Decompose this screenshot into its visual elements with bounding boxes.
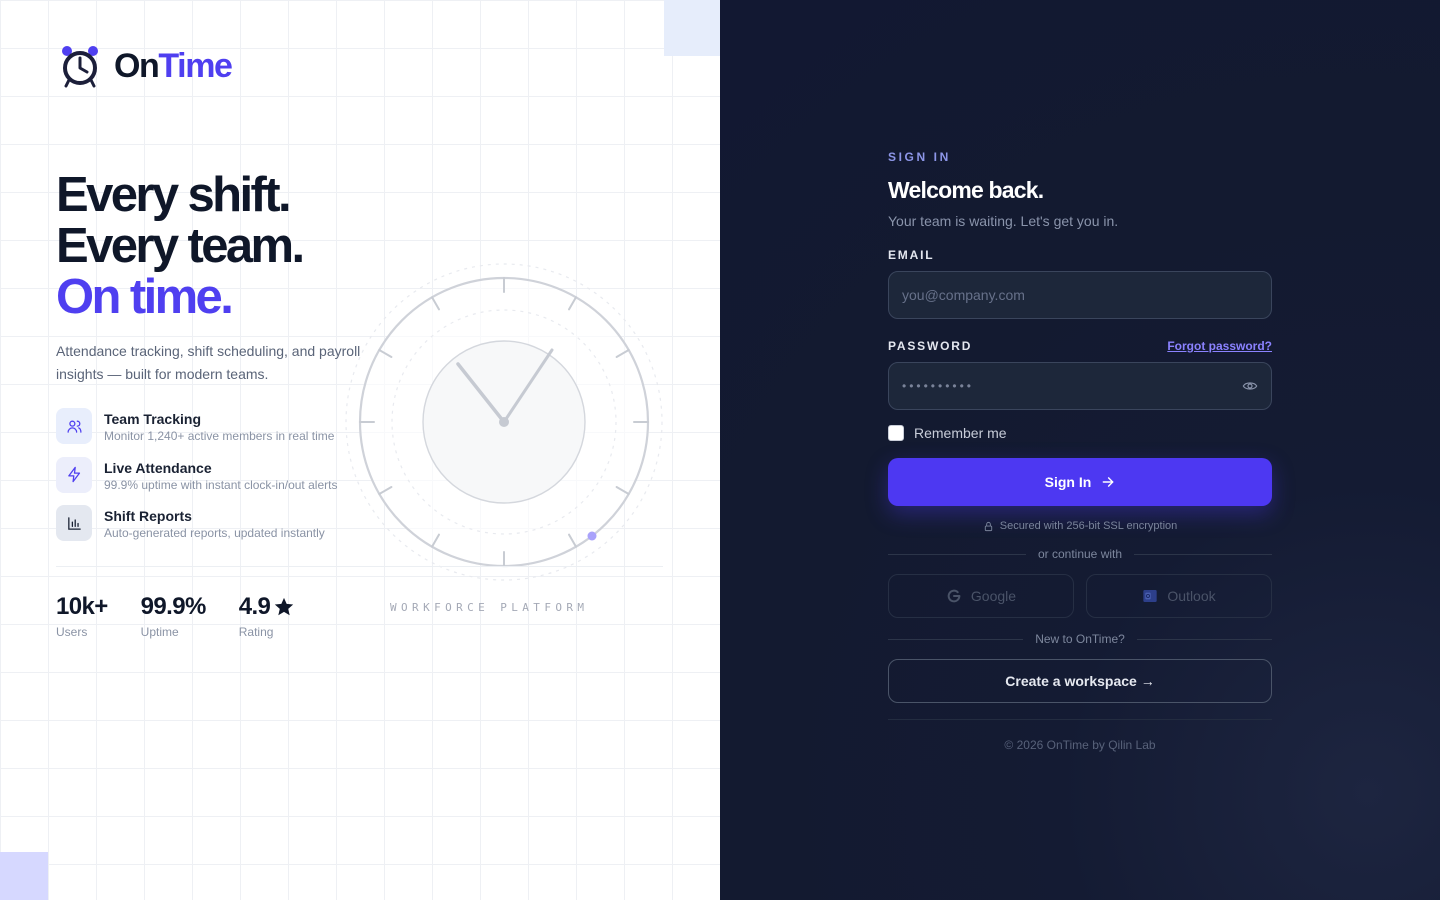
star-icon — [275, 597, 294, 616]
feature-title: Live Attendance — [104, 459, 212, 476]
form-eyebrow: SIGN IN — [888, 150, 951, 164]
new-user-separator: New to OnTime? — [888, 632, 1272, 646]
sign-in-label: Sign In — [1044, 474, 1092, 490]
form-title: Welcome back. — [888, 177, 1044, 203]
lock-icon — [984, 521, 992, 531]
security-note: Secured with 256-bit SSL encryption — [888, 520, 1272, 532]
copyright-text: © 2026 OnTime by Qilin Lab — [1004, 738, 1156, 752]
separator-line — [1136, 638, 1272, 640]
feature-title: Shift Reports — [104, 508, 192, 524]
password-input[interactable]: •••••••••• — [888, 362, 1272, 410]
alarm-clock-icon — [62, 46, 98, 88]
remember-me-label[interactable]: Remember me — [914, 425, 1007, 441]
hero-panel: OnTime Every shift. Every team. On time.… — [0, 0, 720, 900]
stat-value: 10k+ — [56, 593, 108, 620]
security-text: Secured with 256-bit SSL encryption — [999, 520, 1178, 532]
stat-users: 10k+ Users — [56, 592, 108, 639]
footer-divider — [888, 719, 1272, 720]
stat-rating: 4.9 Rating — [239, 592, 296, 639]
forgot-password-link[interactable]: Forgot password? — [1167, 339, 1272, 353]
password-label-row: PASSWORD Forgot password? — [888, 339, 1272, 353]
brand-name-on: On — [114, 47, 160, 85]
password-mask: •••••••••• — [902, 379, 975, 393]
remember-me-checkbox[interactable] — [888, 425, 904, 441]
stat-label: Rating — [238, 625, 274, 639]
separator-line — [888, 553, 1026, 555]
section-divider — [56, 566, 663, 567]
google-icon — [947, 589, 961, 603]
outlook-icon — [1143, 590, 1158, 602]
create-workspace-button[interactable]: Create a workspace → — [888, 659, 1272, 703]
stat-label: Uptime — [140, 625, 179, 639]
bar-chart-icon — [56, 505, 92, 541]
sign-in-button[interactable]: Sign In — [888, 458, 1272, 506]
new-user-text: New to OnTime? — [1035, 632, 1125, 646]
eye-icon[interactable] — [1242, 378, 1258, 394]
clock-caption: WORKFORCE PLATFORM — [390, 601, 589, 614]
outlook-login-button[interactable]: Outlook — [1086, 574, 1272, 618]
arrow-right-icon — [1102, 477, 1114, 487]
headline-line-2: Every team. — [56, 219, 305, 273]
feature-list: Team Tracking Monitor 1,240+ active memb… — [56, 408, 337, 554]
signin-form: SIGN IN Welcome back. Your team is waiti… — [888, 150, 1273, 752]
email-input[interactable]: you@company.com — [888, 271, 1272, 319]
continue-separator: or continue with — [888, 547, 1273, 561]
brand-name-time: Time — [158, 47, 233, 85]
separator-line — [888, 638, 1024, 640]
outlook-label: Outlook — [1167, 588, 1216, 604]
brand-name: OnTime — [114, 47, 233, 85]
corner-accent-bottom — [0, 852, 48, 900]
google-label: Google — [970, 588, 1017, 604]
email-placeholder: you@company.com — [902, 287, 1025, 303]
email-label: EMAIL — [888, 248, 935, 262]
headline-line-1: Every shift. — [56, 168, 292, 222]
stats-row: 10k+ Users 99.9% Uptime 4.9 Rating — [56, 592, 328, 639]
remember-me-row: Remember me — [888, 425, 1272, 441]
stat-uptime: 99.9% Uptime — [140, 592, 207, 639]
hero-headline: Every shift. Every team. On time. — [56, 168, 305, 324]
stat-label: Users — [56, 625, 88, 639]
feature-item-team-tracking: Team Tracking Monitor 1,240+ active memb… — [56, 408, 337, 457]
lightning-icon — [56, 456, 92, 493]
google-login-button[interactable]: Google — [888, 574, 1074, 618]
feature-description: 99.9% uptime with instant clock-in/out a… — [104, 477, 338, 492]
feature-item-shift-reports: Shift Reports Auto-generated reports, up… — [56, 505, 337, 554]
form-tagline: Your team is waiting. Let's get you in. — [888, 213, 1119, 229]
headline-line-3: On time. — [56, 270, 234, 324]
clock-illustration — [345, 263, 663, 581]
stat-value: 4.9 — [239, 592, 296, 622]
stat-value: 99.9% — [140, 593, 207, 620]
password-label: PASSWORD — [888, 339, 973, 353]
feature-description: Monitor 1,240+ active members in real ti… — [104, 429, 335, 443]
separator-line — [1134, 553, 1273, 555]
continue-text: or continue with — [1037, 547, 1123, 561]
corner-accent-top — [664, 0, 720, 56]
feature-title: Team Tracking — [104, 411, 202, 427]
signin-panel: SIGN IN Welcome back. Your team is waiti… — [720, 0, 1440, 900]
rating-number: 4.9 — [238, 593, 271, 620]
feature-item-live-attendance: Live Attendance 99.9% uptime with instan… — [56, 456, 338, 506]
brand-logo[interactable]: OnTime — [60, 44, 233, 88]
users-icon — [56, 408, 92, 444]
feature-description: Auto-generated reports, updated instantl… — [104, 526, 325, 540]
social-login-row: Google Outlook — [888, 574, 1272, 618]
